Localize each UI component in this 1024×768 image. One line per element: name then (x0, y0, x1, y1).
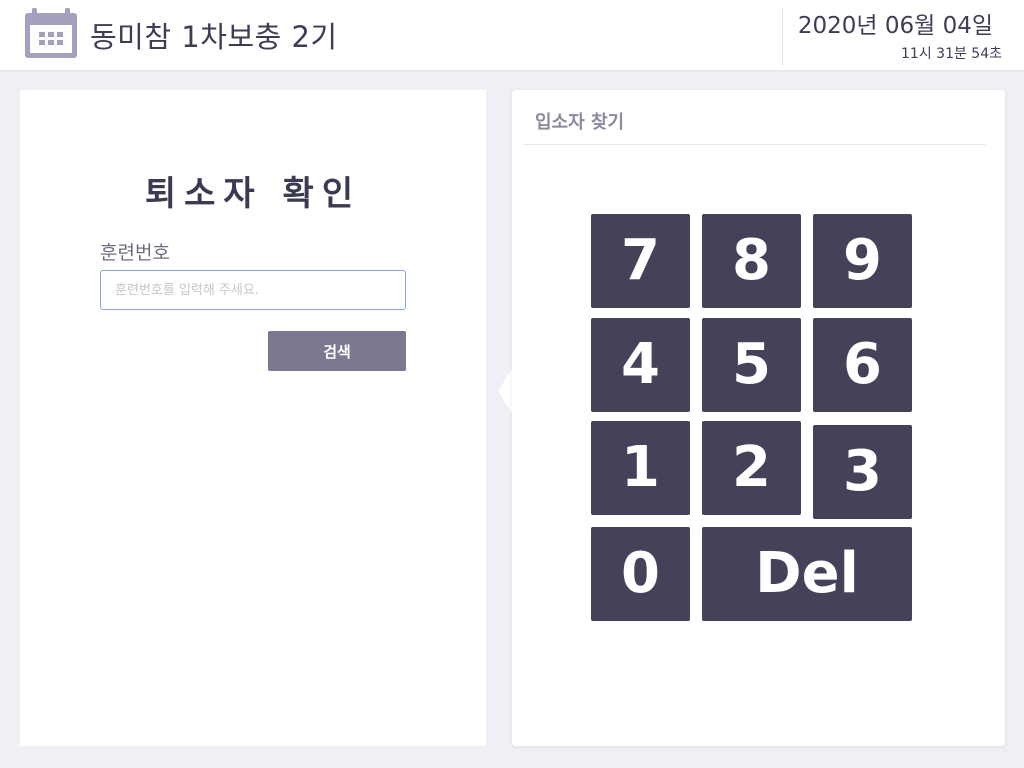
keypad-key-3[interactable]: 3 (813, 425, 912, 519)
training-number-label: 훈련번호 (100, 242, 170, 264)
finder-panel: 입소자 찾기 7 8 9 4 5 6 1 2 3 0 Del (512, 90, 1005, 746)
app-title: 동미참 1차보충 2기 (90, 20, 338, 54)
panel-pointer (498, 367, 513, 415)
calendar-icon (25, 8, 77, 58)
keypad-key-6[interactable]: 6 (813, 318, 912, 412)
keypad-key-1[interactable]: 1 (591, 421, 690, 515)
keypad-key-0[interactable]: 0 (591, 527, 690, 621)
keypad-key-8[interactable]: 8 (702, 214, 801, 308)
keypad-delete-key[interactable]: Del (702, 527, 912, 621)
keypad-key-2[interactable]: 2 (702, 421, 801, 515)
header-bar: 동미참 1차보충 2기 2020년 06월 04일 11시 31분 54초 (0, 0, 1024, 70)
keypad-key-7[interactable]: 7 (591, 214, 690, 308)
training-number-input[interactable] (100, 270, 406, 310)
header-divider (782, 8, 783, 66)
finder-title: 입소자 찾기 (535, 112, 625, 133)
finder-divider (523, 144, 986, 145)
keypad-key-9[interactable]: 9 (813, 214, 912, 308)
search-button[interactable]: 검색 (268, 331, 406, 371)
checkout-title: 퇴소자 확인 (144, 174, 362, 214)
current-time: 11시 31분 54초 (901, 46, 1002, 62)
keypad-key-5[interactable]: 5 (702, 318, 801, 412)
keypad-key-4[interactable]: 4 (591, 318, 690, 412)
checkout-panel: 퇴소자 확인 훈련번호 검색 (20, 90, 486, 746)
current-date: 2020년 06월 04일 (797, 13, 993, 39)
